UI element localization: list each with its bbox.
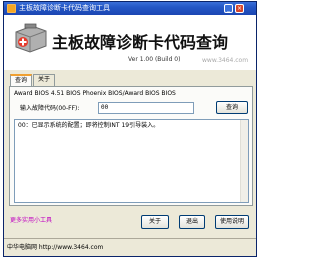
tab-query[interactable]: 查询	[10, 74, 32, 86]
help-button[interactable]: 使用说明	[215, 215, 249, 229]
result-textarea[interactable]: 00：已显示系统的配置；即将控制INT 19引导装入。	[14, 119, 249, 203]
about-button[interactable]: 关于	[141, 215, 169, 229]
watermark: www.3464.com	[202, 57, 249, 64]
status-text: 中华电脑网 http://www.3464.com	[7, 244, 104, 251]
code-label: 输入故障代码(00-FF):	[20, 105, 80, 112]
query-button[interactable]: 查询	[216, 101, 248, 114]
exit-button[interactable]: 退出	[179, 215, 205, 229]
window-title: 主板故障诊断卡代码查询工具	[19, 4, 110, 12]
app-small-icon	[7, 4, 16, 13]
header-banner: 主板故障诊断卡代码查询 Ver 1.00 (Build 0) www.3464.…	[4, 15, 256, 70]
title-bar[interactable]: 主板故障诊断卡代码查询工具 _ ×	[4, 2, 256, 15]
result-scrollbar[interactable]	[240, 120, 248, 202]
code-input[interactable]: 00	[98, 102, 194, 114]
close-button[interactable]: ×	[235, 4, 244, 13]
result-text: 00：已显示系统的配置；即将控制INT 19引导装入。	[18, 122, 160, 129]
more-tools-link[interactable]: 更多实用小工具	[10, 217, 52, 225]
first-aid-kit-icon	[15, 23, 47, 53]
query-panel: Award BIOS 4.51 BIOS Phoenix BIOS/Award …	[9, 86, 253, 206]
bios-type-line: Award BIOS 4.51 BIOS Phoenix BIOS/Award …	[14, 90, 176, 97]
minimize-button[interactable]: _	[224, 4, 233, 13]
version-label: Ver 1.00 (Build 0)	[128, 56, 181, 63]
status-bar: 中华电脑网 http://www.3464.com	[4, 238, 256, 256]
app-title: 主板故障诊断卡代码查询	[52, 33, 229, 52]
app-window: 主板故障诊断卡代码查询工具 _ × 主板故障诊断卡代码查询 Ver 1.00 (…	[3, 1, 257, 257]
tab-about[interactable]: 关于	[33, 74, 55, 86]
